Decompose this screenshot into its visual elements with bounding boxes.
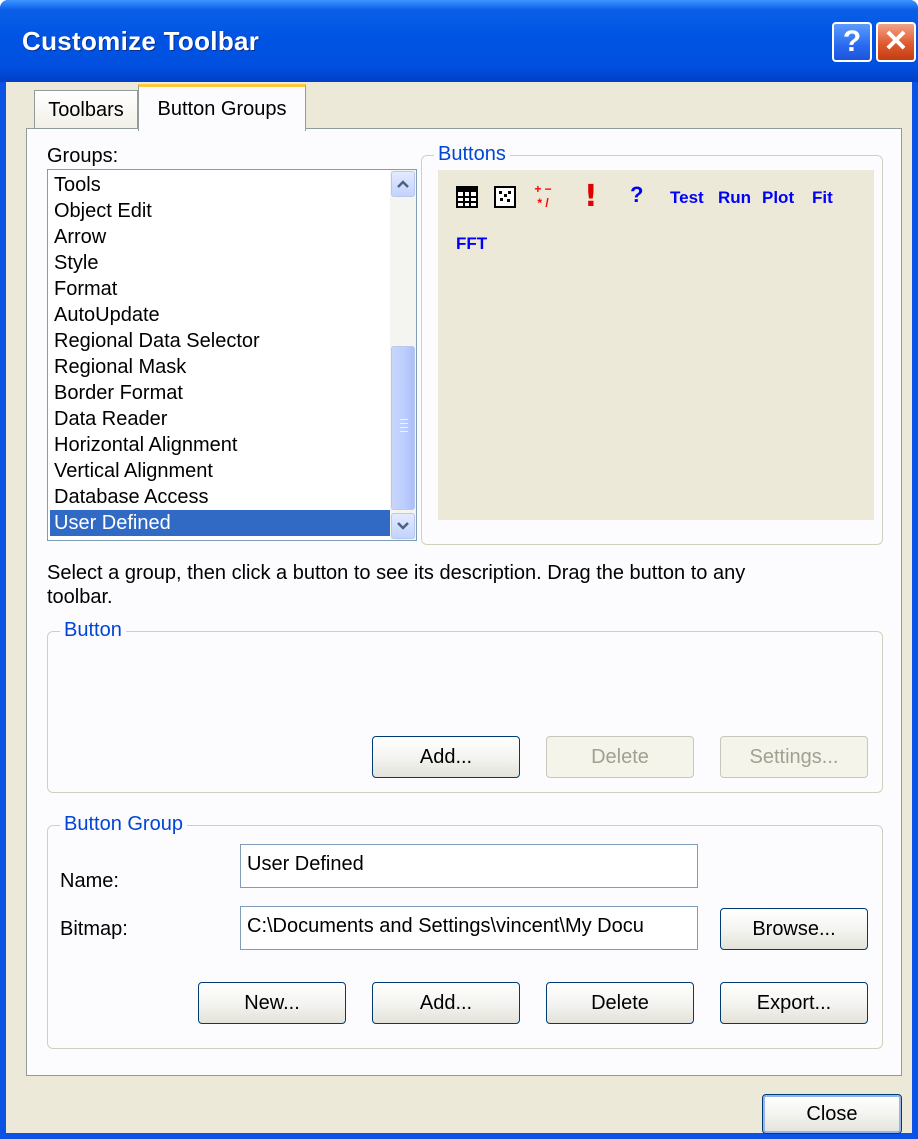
groups-label: Groups: [47, 145, 119, 167]
list-item[interactable]: Horizontal Alignment [54, 432, 237, 458]
button-group-title: Button [60, 619, 126, 642]
list-item[interactable]: Object Edit [54, 198, 152, 224]
title-bar[interactable]: Customize Toolbar ? ✕ [0, 0, 918, 82]
help-question-icon[interactable]: ? [630, 182, 643, 208]
add-group-button[interactable]: Add... [372, 982, 520, 1024]
new-button[interactable]: New... [198, 982, 346, 1024]
add-button[interactable]: Add... [372, 736, 520, 778]
instructions-text: Select a group, then click a button to s… [47, 562, 746, 608]
list-item[interactable]: Border Format [54, 380, 183, 406]
exclamation-icon[interactable]: ! [584, 179, 598, 214]
name-label: Name: [60, 870, 119, 892]
close-button[interactable]: Close [762, 1094, 902, 1134]
dialog-body: Toolbars Button Groups Groups: Tools Obj… [6, 82, 912, 1134]
customize-toolbar-window: Customize Toolbar ? ✕ Toolbars Button Gr… [0, 0, 918, 1139]
table-grid-icon[interactable] [456, 186, 478, 213]
dot-matrix-icon[interactable] [494, 186, 516, 213]
browse-button[interactable]: Browse... [720, 908, 868, 950]
list-item[interactable]: Regional Data Selector [54, 328, 260, 354]
delete-group-button[interactable]: Delete [546, 982, 694, 1024]
button-groupbox: Button Add... Delete Settings... [47, 619, 883, 793]
buttons-groupbox: Buttons + − * / ! ? Test Run Plot Fit FF… [421, 143, 883, 545]
list-item[interactable]: Style [54, 250, 98, 276]
bitmap-label: Bitmap: [60, 918, 128, 940]
button-group-groupbox: Button Group Name: User Defined Bitmap: … [47, 813, 883, 1049]
list-item[interactable]: Vertical Alignment [54, 458, 213, 484]
list-item-selected[interactable]: User Defined [50, 510, 394, 536]
buttons-group-title: Buttons [434, 143, 510, 166]
name-field[interactable]: User Defined [240, 844, 698, 888]
button-group-section-title: Button Group [60, 813, 187, 836]
list-item[interactable]: Arrow [54, 224, 106, 250]
list-item[interactable]: Data Reader [54, 406, 167, 432]
fft-text-button[interactable]: FFT [456, 234, 487, 254]
tab-toolbars[interactable]: Toolbars [34, 90, 138, 130]
delete-button-disabled[interactable]: Delete [546, 736, 694, 778]
list-item[interactable]: Database Access [54, 484, 209, 510]
fit-text-button[interactable]: Fit [812, 188, 833, 208]
button-groups-tab-panel: Groups: Tools Object Edit Arrow Style Fo… [26, 128, 902, 1076]
groups-scrollbar[interactable] [390, 170, 416, 540]
list-item[interactable]: Regional Mask [54, 354, 186, 380]
list-item[interactable]: Tools [54, 172, 101, 198]
settings-button-disabled[interactable]: Settings... [720, 736, 868, 778]
close-window-button[interactable]: ✕ [876, 22, 916, 62]
list-item[interactable]: Format [54, 276, 117, 302]
list-item[interactable]: AutoUpdate [54, 302, 160, 328]
run-text-button[interactable]: Run [718, 188, 751, 208]
groups-listbox[interactable]: Tools Object Edit Arrow Style Format Aut… [47, 169, 417, 541]
scroll-up-icon[interactable] [391, 171, 415, 197]
plot-text-button[interactable]: Plot [762, 188, 794, 208]
tab-button-groups[interactable]: Button Groups [138, 84, 306, 131]
math-ops-icon[interactable]: + − * / [532, 182, 554, 210]
help-button[interactable]: ? [832, 22, 872, 62]
window-title: Customize Toolbar [22, 26, 260, 56]
scroll-down-icon[interactable] [391, 513, 415, 539]
test-text-button[interactable]: Test [670, 188, 704, 208]
scroll-thumb[interactable] [391, 346, 415, 510]
buttons-palette: + − * / ! ? Test Run Plot Fit FFT [438, 170, 874, 520]
bitmap-path-field[interactable]: C:\Documents and Settings\vincent\My Doc… [240, 906, 698, 950]
export-button[interactable]: Export... [720, 982, 868, 1024]
